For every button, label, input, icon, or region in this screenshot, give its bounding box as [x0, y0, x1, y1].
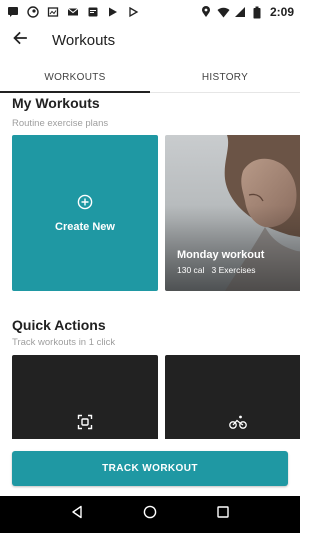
- my-workouts-title: My Workouts: [12, 95, 100, 111]
- workout-calories: 130 cal: [177, 265, 205, 275]
- back-button[interactable]: [0, 24, 40, 56]
- create-new-label: Create New: [55, 220, 115, 233]
- track-workout-button[interactable]: TRACK WORKOUT: [12, 451, 288, 486]
- add-circle-icon: [77, 194, 93, 215]
- notification-icon: [86, 6, 99, 19]
- page-title: Workouts: [52, 31, 116, 49]
- arrow-back-icon: [13, 31, 27, 50]
- system-nav-bar: [0, 496, 300, 533]
- tab-bar: WORKOUTS HISTORY: [0, 62, 300, 93]
- nav-recents-icon: [216, 505, 230, 524]
- tab-workouts[interactable]: WORKOUTS: [0, 62, 150, 93]
- play-store-icon: [106, 6, 119, 19]
- signal-icon: [234, 6, 247, 19]
- quick-actions-subtitle: Track workouts in 1 click: [12, 337, 116, 348]
- nav-home-button[interactable]: [138, 503, 162, 527]
- quick-action-cycling[interactable]: [165, 355, 300, 439]
- quick-actions-title: Quick Actions: [12, 317, 106, 333]
- wifi-icon: [217, 6, 230, 19]
- create-new-card[interactable]: Create New: [12, 135, 158, 291]
- status-bar: 2:09: [0, 0, 300, 24]
- location-icon: [200, 6, 213, 19]
- workout-exercises: 3 Exercises: [211, 265, 256, 275]
- sms-icon: [6, 6, 19, 19]
- my-workouts-subtitle: Routine exercise plans: [12, 118, 109, 129]
- nav-home-icon: [143, 505, 157, 524]
- scan-icon: [77, 414, 93, 435]
- status-system: 2:09: [200, 5, 294, 19]
- workout-name: Monday workout: [177, 249, 265, 261]
- nav-back-icon: [70, 505, 84, 524]
- app-bar: Workouts: [0, 24, 300, 56]
- status-time: 2:09: [269, 5, 294, 19]
- nav-back-button[interactable]: [65, 503, 89, 527]
- screenshot-icon: [46, 6, 59, 19]
- workouts-content[interactable]: My Workouts Routine exercise plans Creat…: [0, 93, 300, 439]
- quick-action-scan[interactable]: [12, 355, 158, 439]
- nav-recents-button[interactable]: [211, 503, 235, 527]
- steam-icon: [26, 6, 39, 19]
- workout-meta: 130 cal 3 Exercises: [177, 265, 255, 275]
- status-notifications: [6, 6, 139, 19]
- workout-card[interactable]: Monday workout 130 cal 3 Exercises: [165, 135, 300, 291]
- play-icon: [126, 6, 139, 19]
- tab-history[interactable]: HISTORY: [150, 62, 300, 92]
- gmail-icon: [66, 6, 79, 19]
- cycling-icon: [229, 414, 247, 435]
- battery-icon: [251, 6, 264, 19]
